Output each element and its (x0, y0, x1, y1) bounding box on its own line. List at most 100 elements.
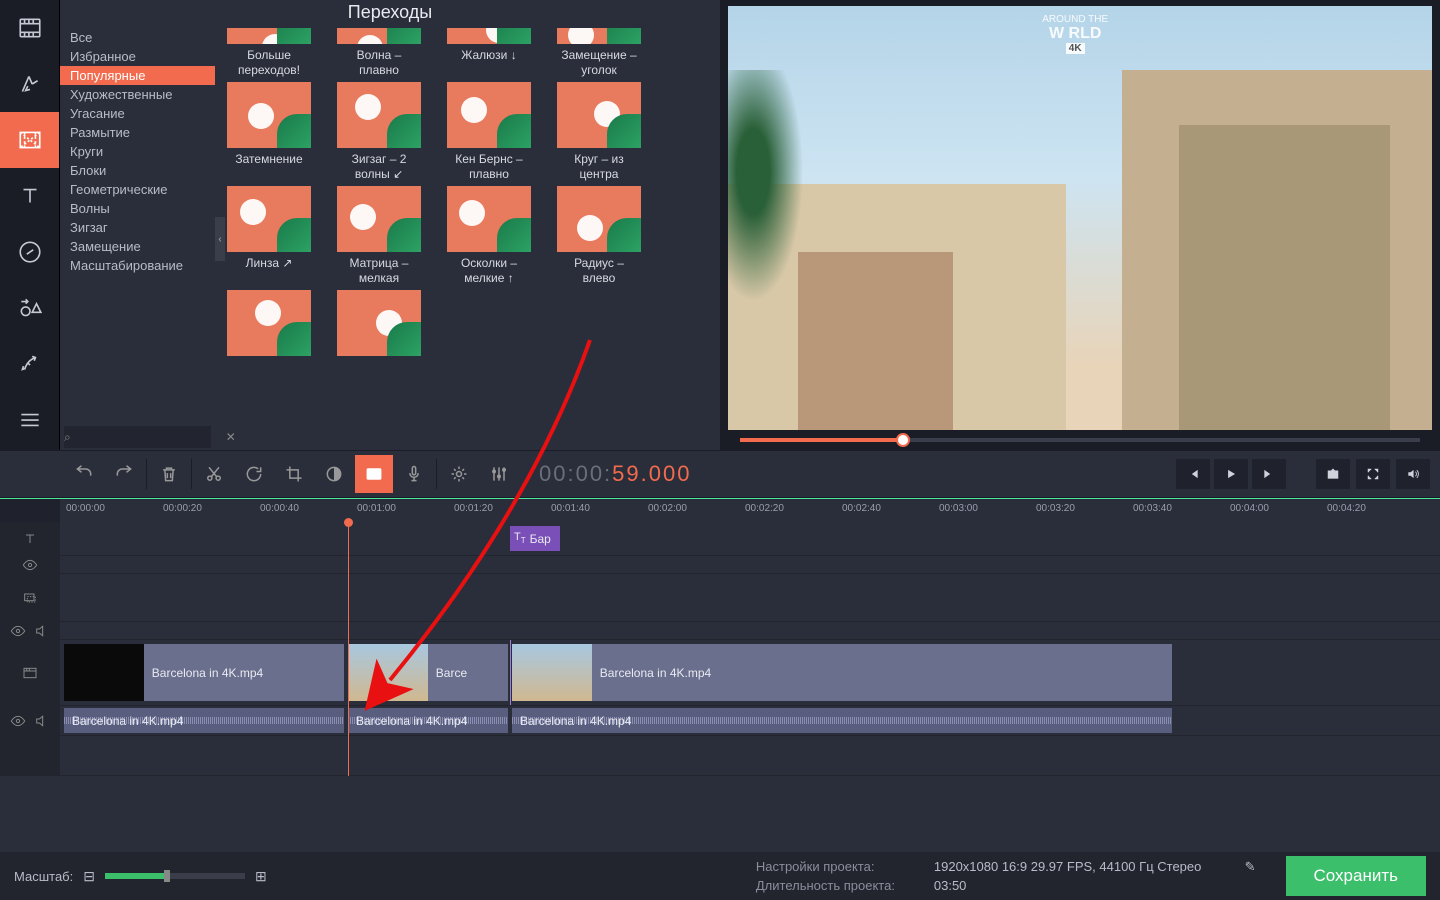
transition-label: Кен Бернс – плавно (447, 152, 531, 182)
transition-item[interactable]: Радиус – влево (557, 186, 641, 286)
transition-item[interactable]: Кен Бернс – плавно (447, 82, 531, 182)
title-clip[interactable]: TTБар (510, 526, 560, 551)
rail-media-icon[interactable] (0, 0, 59, 56)
ruler-tick: 00:00:20 (163, 503, 202, 514)
undo-button[interactable] (65, 455, 103, 493)
transition-item[interactable]: Затемнение (227, 82, 311, 182)
transition-label: Осколки – мелкие ↑ (447, 256, 531, 286)
category-item[interactable]: Размытие (60, 123, 215, 142)
video-clip-3[interactable]: Barcelona in 4K.mp4 (512, 644, 1172, 701)
timeline: TTБар Barcelona in 4K.mp4 Barce Barcelon… (0, 522, 1440, 776)
zoom-label: Масштаб: (14, 869, 73, 884)
ruler-tick: 00:04:20 (1327, 503, 1366, 514)
delete-button[interactable] (150, 455, 188, 493)
category-item[interactable]: Замещение (60, 237, 215, 256)
category-item[interactable]: Блоки (60, 161, 215, 180)
rotate-button[interactable] (235, 455, 273, 493)
video-track-head[interactable] (0, 640, 60, 705)
playhead[interactable] (348, 522, 349, 776)
apply-transition-button[interactable] (355, 455, 393, 493)
fullscreen-button[interactable] (1356, 459, 1390, 489)
rail-filters-icon[interactable] (0, 56, 59, 112)
audio-clip-3[interactable]: Barcelona in 4K.mp4 (512, 708, 1172, 733)
category-item[interactable]: Популярные (60, 66, 215, 85)
clear-search-icon[interactable]: ✕ (226, 430, 236, 444)
color-button[interactable] (315, 455, 353, 493)
prev-button[interactable] (1176, 459, 1210, 489)
ruler-tick: 00:01:40 (551, 503, 590, 514)
mic-button[interactable] (395, 455, 433, 493)
transition-item[interactable]: Больше переходов! (227, 28, 311, 78)
ruler-tick: 00:03:20 (1036, 503, 1075, 514)
audio-track-controls[interactable] (0, 706, 60, 735)
rail-titles-icon[interactable] (0, 168, 59, 224)
search-input[interactable] (71, 430, 226, 444)
preview-seekbar[interactable] (728, 430, 1432, 450)
category-item[interactable]: Зигзаг (60, 218, 215, 237)
transition-item[interactable]: Волна – плавно (337, 28, 421, 78)
rail-shapes-icon[interactable] (0, 280, 59, 336)
zoom-slider[interactable] (105, 873, 245, 879)
equalizer-button[interactable] (480, 455, 518, 493)
title-track-visibility[interactable] (0, 556, 60, 573)
transition-item[interactable] (227, 290, 311, 356)
transition-item[interactable] (337, 290, 421, 356)
overlay-track (0, 574, 1440, 622)
transition-item[interactable]: Осколки – мелкие ↑ (447, 186, 531, 286)
overlay-track-head[interactable] (0, 574, 60, 621)
title-track-head[interactable] (0, 522, 60, 555)
tool-rail (0, 0, 60, 450)
cut-button[interactable] (195, 455, 233, 493)
category-item[interactable]: Волны (60, 199, 215, 218)
rail-stickers-icon[interactable] (0, 224, 59, 280)
audio-clip-1[interactable]: Barcelona in 4K.mp4 (64, 708, 344, 733)
video-track: Barcelona in 4K.mp4 Barce Barcelona in 4… (0, 640, 1440, 706)
ruler-tick: 00:01:20 (454, 503, 493, 514)
transition-label: Линза ↗ (246, 256, 293, 271)
video-clip-2[interactable]: Barce (348, 644, 508, 701)
transition-label: Жалюзи ↓ (461, 48, 516, 63)
preview-video[interactable]: AROUND THEW RLD4K (728, 6, 1432, 430)
clip-properties-button[interactable] (440, 455, 478, 493)
crop-button[interactable] (275, 455, 313, 493)
rail-animation-icon[interactable] (0, 336, 59, 392)
transition-item[interactable]: Жалюзи ↓ (447, 28, 531, 78)
transition-item[interactable]: Круг – из центра (557, 82, 641, 182)
category-item[interactable]: Угасание (60, 104, 215, 123)
audio-clip-2[interactable]: Barcelona in 4K.mp4 (348, 708, 508, 733)
save-button[interactable]: Сохранить (1286, 856, 1426, 896)
transition-label: Матрица – мелкая (337, 256, 421, 286)
category-item[interactable]: Геометрические (60, 180, 215, 199)
transition-item[interactable]: Замещение – уголок (557, 28, 641, 78)
play-button[interactable] (1214, 459, 1248, 489)
next-button[interactable] (1252, 459, 1286, 489)
category-item[interactable]: Масштабирование (60, 256, 215, 275)
collapse-categories-icon[interactable]: ‹ (215, 217, 225, 261)
export-frame-button[interactable] (1316, 459, 1350, 489)
transport-controls (1176, 459, 1286, 489)
category-search[interactable]: ⌕ ✕ (64, 426, 211, 448)
volume-button[interactable] (1396, 459, 1430, 489)
rail-more-icon[interactable] (0, 392, 59, 448)
transition-label: Волна – плавно (337, 48, 421, 78)
transitions-grid: Больше переходов! Волна – плавно Жалюзи ↓ З… (215, 28, 720, 450)
edit-settings-icon[interactable]: ✎ (1245, 857, 1256, 877)
category-item[interactable]: Круги (60, 142, 215, 161)
redo-button[interactable] (105, 455, 143, 493)
project-info: Настройки проекта:1920x1080 16:9 29.97 F… (756, 857, 1256, 896)
transition-item[interactable]: Зигзаг – 2 волны ↙ (337, 82, 421, 182)
zoom-out-icon[interactable]: ⊟ (83, 868, 95, 885)
zoom-in-icon[interactable]: ⊞ (255, 868, 267, 885)
transition-item[interactable]: Матрица – мелкая (337, 186, 421, 286)
timeline-ruler[interactable]: 00:00:0000:00:2000:00:4000:01:0000:01:20… (60, 499, 1440, 522)
transition-label: Зигзаг – 2 волны ↙ (337, 152, 421, 182)
rail-transitions-icon[interactable] (0, 112, 59, 168)
transition-item[interactable]: Линза ↗ (227, 186, 311, 286)
overlay-track-controls[interactable] (0, 622, 60, 639)
category-item[interactable]: Художественные (60, 85, 215, 104)
search-icon: ⌕ (64, 430, 71, 445)
category-item[interactable]: Все (60, 28, 215, 47)
video-clip-1[interactable]: Barcelona in 4K.mp4 (64, 644, 344, 701)
ruler-tick: 00:04:00 (1230, 503, 1269, 514)
category-item[interactable]: Избранное (60, 47, 215, 66)
